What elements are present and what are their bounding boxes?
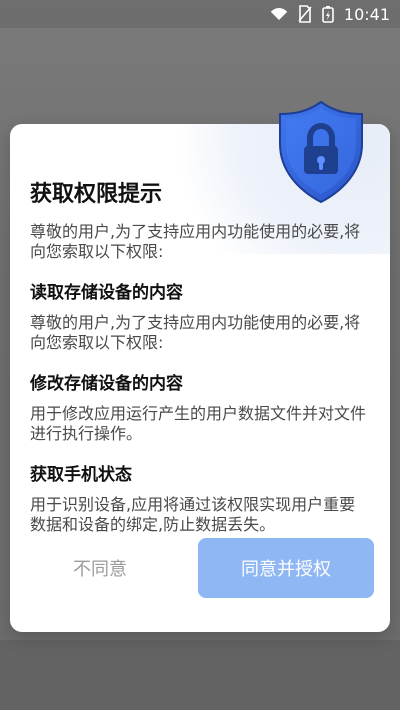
no-sim-icon xyxy=(298,5,312,23)
dialog-content: 获取权限提示 尊敬的用户,为了支持应用内功能使用的必要,将向您索取以下权限: 读… xyxy=(30,176,370,535)
permission-title-phone-state: 获取手机状态 xyxy=(30,465,132,485)
status-bar: 10:41 xyxy=(0,0,400,28)
battery-icon xyxy=(322,5,334,23)
status-icons xyxy=(270,5,334,23)
permission-desc-phone-state: 用于识别设备,应用将通过该权限实现用户重要数据和设备的绑定,防止数据丢失。 xyxy=(30,495,356,534)
permission-title-storage-read: 读取存储设备的内容 xyxy=(30,283,183,303)
shield-lock-icon xyxy=(278,100,364,204)
permission-desc-storage-read: 尊敬的用户,为了支持应用内功能使用的必要,将向您索取以下权限: xyxy=(30,313,361,352)
status-time: 10:41 xyxy=(343,4,390,24)
agree-button[interactable]: 同意并授权 xyxy=(198,538,374,598)
permission-title-storage-write: 修改存储设备的内容 xyxy=(30,374,183,394)
disagree-button[interactable]: 不同意 xyxy=(30,538,170,598)
dialog-intro: 尊敬的用户,为了支持应用内功能使用的必要,将向您索取以下权限: xyxy=(30,222,361,261)
permission-desc-storage-write: 用于修改应用运行产生的用户数据文件并对文件进行执行操作。 xyxy=(30,404,367,443)
dialog-actions: 不同意 同意并授权 xyxy=(10,538,390,598)
background-shade xyxy=(0,640,400,710)
wifi-icon xyxy=(270,7,288,21)
